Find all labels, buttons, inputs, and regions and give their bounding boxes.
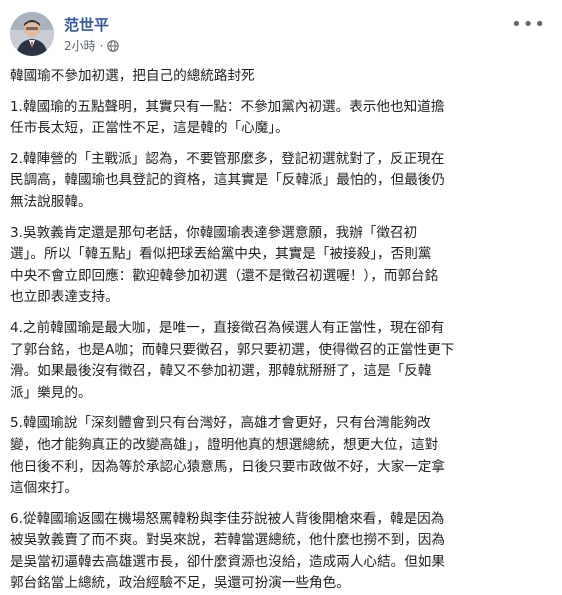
post-paragraph-line: 民調高，韓國瑜也具登記的資格，這其實是「反韓派」最怕的，但最後仍 bbox=[10, 172, 445, 189]
post-paragraph-line: 被吳敦義賣了而不爽。對吳來說，若韓當選總統，他什麼也撈不到，因為 bbox=[10, 532, 445, 549]
post-paragraph-line: 是吳當初逼韓去高雄選市長，卻什麼資源也沒給，造成兩人心結。但如果 bbox=[10, 553, 445, 570]
post-paragraph-line: 也立即表達支持。 bbox=[10, 289, 119, 306]
more-options-icon[interactable]: ••• bbox=[511, 14, 546, 35]
post-paragraph-line: 中央不會立即回應：歡迎韓參加初選（還不是徵召初選喔！），而郭台銘 bbox=[10, 267, 439, 284]
post-paragraph-line: 派」樂見的。 bbox=[10, 384, 92, 401]
facebook-post: 范世平 2小時 · ••• 韓國瑜不參加初選，把自己的總統路封死 1.韓國瑜的五… bbox=[0, 0, 562, 591]
post-paragraph-line: 5.韓國瑜說「深刻體會到只有台灣好，高雄才會更好，只有台灣能夠改 bbox=[10, 415, 431, 432]
post-text: 韓國瑜不參加初選，把自己的總統路封死 1.韓國瑜的五點聲明，其實只有一點：不參加… bbox=[10, 66, 550, 595]
profile-photo bbox=[10, 12, 54, 56]
post-paragraph-line: 他日後不利，因為等於承認心猿意馬，日後只要市政做不好，大家一定拿 bbox=[10, 458, 445, 475]
post-timestamp[interactable]: 2小時 bbox=[64, 37, 96, 54]
meta-separator: · bbox=[99, 38, 104, 53]
post-title: 韓國瑜不參加初選，把自己的總統路封死 bbox=[10, 68, 255, 84]
post-paragraph-line: 2.韓陣營的「主戰派」認為，不要管那麼多，登記初選就對了，反正現在 bbox=[10, 150, 445, 167]
post-paragraph-line: 無法說服韓。 bbox=[10, 193, 92, 210]
post-paragraph-line: 滑。如果最後沒有徵召，韓又不參加初選，那韓就掰掰了，這是「反韓 bbox=[10, 363, 432, 380]
post-paragraph-line: 了郭台銘，也是A咖；而韓只要徵召，郭只要初選，使得徵召的正當性更下 bbox=[10, 341, 455, 358]
post-paragraph-line: 郭台銘當上總統，政治經驗不足，吳還可扮演一些角色。 bbox=[10, 575, 350, 592]
post-paragraph-line: 任市長太短，正當性不足，這是韓的「心魔」。 bbox=[10, 120, 289, 137]
post-paragraph-line: 這個來打。 bbox=[10, 480, 78, 497]
avatar[interactable] bbox=[10, 12, 54, 56]
post-meta: 2小時 · bbox=[64, 37, 120, 54]
post-header: 范世平 2小時 · ••• bbox=[10, 10, 552, 58]
globe-icon[interactable] bbox=[107, 39, 120, 52]
post-paragraph-line: 3.吳敦義肯定還是那句老話，你韓國瑜表達參選意願，我辦「徵召初 bbox=[10, 224, 418, 241]
post-paragraph-line: 變，他才能夠真正的改變高雄」，證明他真的想選總統，想更大位，這對 bbox=[10, 436, 439, 453]
post-paragraph-line: 4.之前韓國瑜是最大咖，是唯一，直接徵召為候選人有正當性，現在卻有 bbox=[10, 319, 445, 336]
post-paragraph-line: 選」。所以「韓五點」看似把球丟給黨中央，其實是「被接殺」，否則黨 bbox=[10, 246, 432, 263]
author-name[interactable]: 范世平 bbox=[64, 14, 109, 35]
post-paragraph-line: 6.從韓國瑜返國在機場怒罵韓粉與李佳芬說被人背後開槍來看，韓是因為 bbox=[10, 510, 445, 527]
post-paragraph-line: 1.韓國瑜的五點聲明，其實只有一點：不參加黨內初選。表示他也知道擔 bbox=[10, 98, 445, 115]
